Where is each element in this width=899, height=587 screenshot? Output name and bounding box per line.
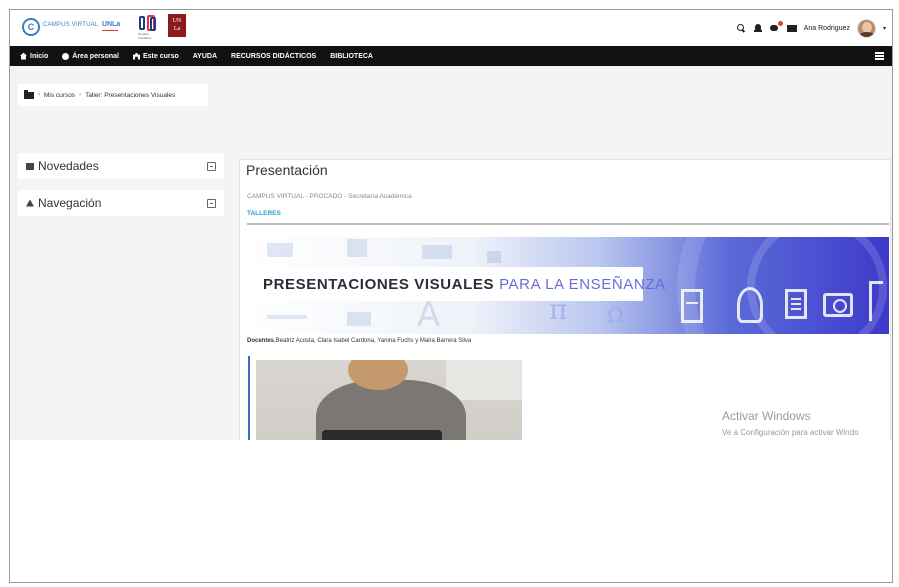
user-menu-caret-icon[interactable]: ▾ (883, 25, 886, 32)
course-meta: CAMPUS VIRTUAL - PROCADO - Secretaría Ac… (247, 193, 412, 200)
sitemap-icon (132, 52, 140, 60)
nav-item-label: Inicio (30, 52, 49, 60)
section-link-talleres[interactable]: TALLERES (247, 210, 281, 217)
page: C CAMPUS VIRTUAL UNLa 30 años Fundados U… (0, 0, 899, 587)
block-title[interactable]: Navegación (38, 196, 101, 210)
block-title[interactable]: Novedades (38, 159, 99, 173)
nav-item-biblioteca[interactable]: BIBLIOTECA (330, 53, 373, 60)
course-banner-image: A π Ω PRESENTACIONES VISUALES PARA LA EN… (247, 237, 889, 334)
banner-decor-shape (347, 312, 371, 326)
banner-decor-shape (347, 239, 367, 257)
bell-icon[interactable] (753, 23, 763, 33)
film-icon (681, 289, 703, 323)
anniversary-logo-icon: 30 años Fundados (137, 14, 161, 40)
chat-icon[interactable] (769, 21, 783, 33)
omega-icon: Ω (607, 303, 624, 327)
teachers-line: Docentes,Beatriz Acosta, Clara Isabel Ca… (247, 338, 471, 344)
banner-title: PRESENTACIONES VISUALES PARA LA ENSEÑANZ… (254, 267, 665, 301)
shape-icon (869, 281, 883, 321)
banner-decor-shape (422, 245, 452, 259)
nav-item-label: RECURSOS DIDÁCTICOS (231, 52, 317, 60)
teachers-names: ,Beatriz Acosta, Clara Isabel Cardona, Y… (274, 338, 472, 344)
calendar-icon (26, 162, 34, 170)
screenshot-frame: C CAMPUS VIRTUAL UNLa 30 años Fundados U… (9, 9, 893, 583)
logo-bar-3 (150, 17, 156, 31)
search-icon[interactable] (736, 23, 746, 33)
moodle-site: C CAMPUS VIRTUAL UNLa 30 años Fundados U… (10, 10, 892, 440)
pen-nib-icon (737, 287, 763, 323)
divider (247, 223, 889, 225)
sitemap-icon (26, 199, 34, 207)
folder-icon[interactable] (24, 89, 34, 99)
notification-badge (777, 21, 783, 26)
anniversary-logo-caption: 30 años Fundados (138, 32, 152, 40)
course-photo (256, 360, 522, 440)
nav-item-este-curso[interactable]: Este curso (132, 52, 179, 60)
unla-seal-top: UN (172, 18, 182, 24)
breadcrumb-item-course[interactable]: Taller: Presentaciones Visuales (85, 92, 175, 99)
drawer-toggle-icon[interactable] (875, 52, 884, 60)
banner-decor-shape (267, 243, 293, 257)
user-toolbar: Ana Rodriguez ▾ (736, 10, 886, 46)
logo-bar-1 (139, 16, 145, 30)
breadcrumb-separator: › (38, 92, 40, 98)
collapse-block-icon[interactable] (207, 199, 216, 208)
banner-decor-shape (487, 251, 501, 263)
campus-logo-icon: C (22, 18, 40, 36)
windows-activation-title: Activar Windows (722, 409, 811, 423)
main-nav: Inicio Área personal Este curso AYUDA RE… (10, 46, 892, 66)
campus-logo-text: CAMPUS VIRTUAL (43, 22, 99, 28)
windows-activation-subtitle: Ve a Configuración para activar Windo (722, 428, 859, 437)
camera-icon (823, 293, 853, 317)
course-content: Presentación CAMPUS VIRTUAL - PROCADO - … (239, 159, 891, 440)
nav-item-label: Área personal (72, 52, 119, 60)
breadcrumb-item-mis-cursos[interactable]: Mis cursos (44, 92, 75, 99)
block-navegacion: Navegación (18, 190, 224, 216)
nav-item-label: AYUDA (192, 52, 218, 60)
user-name[interactable]: Ana Rodriguez (804, 25, 850, 32)
top-bar: C CAMPUS VIRTUAL UNLa 30 años Fundados U… (10, 10, 892, 46)
nav-item-recursos[interactable]: RECURSOS DIDÁCTICOS (231, 53, 316, 60)
document-icon (785, 289, 807, 319)
nav-item-label: Este curso (142, 52, 179, 60)
unla-seal-bottom: La (173, 26, 181, 32)
avatar[interactable] (856, 18, 876, 38)
home-icon (20, 52, 27, 60)
nav-item-area-personal[interactable]: Área personal (62, 52, 119, 60)
collapse-block-icon[interactable] (207, 162, 216, 171)
users-icon (62, 52, 70, 60)
banner-decor-shape (267, 315, 307, 319)
breadcrumb: › Mis cursos › Taller: Presentaciones Vi… (18, 84, 208, 106)
unla-seal-logo: UN La (168, 14, 186, 37)
photo-window (446, 360, 522, 400)
nav-item-inicio[interactable]: Inicio (20, 52, 49, 60)
banner-title-light: PARA LA ENSEÑANZA (499, 275, 666, 293)
nav-item-label: BIBLIOTECA (330, 52, 373, 60)
course-photo-block (248, 356, 522, 440)
teachers-label: Docentes (247, 338, 275, 344)
banner-decor-circle (747, 237, 887, 334)
breadcrumb-separator: › (79, 92, 82, 98)
page-title: Presentación (246, 162, 328, 178)
banner-title-strong: PRESENTACIONES VISUALES (263, 275, 495, 293)
block-novedades: Novedades (18, 153, 224, 179)
nav-item-ayuda[interactable]: AYUDA (193, 53, 217, 60)
photo-laptop (322, 430, 442, 440)
mail-icon[interactable] (786, 23, 797, 33)
unla-logo-text: UNLa (102, 21, 121, 31)
